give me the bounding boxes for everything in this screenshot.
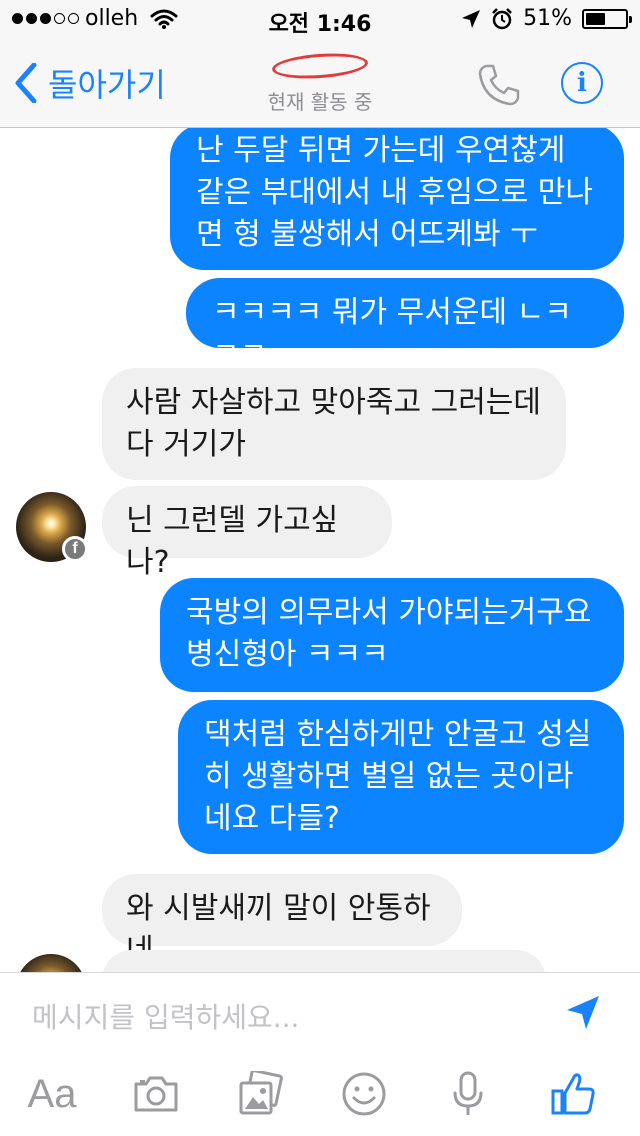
conversation-header: 돌아가기 현재 활동 중 i: [0, 40, 640, 128]
active-status: 현재 활동 중: [267, 90, 373, 114]
message-bubble-received[interactable]: 와 시발새끼 말이 안통하네: [102, 874, 462, 968]
thumbs-up-icon: [551, 1073, 595, 1115]
message-bubble-received[interactable]: 사람 자살하고 맞아죽고 그러는데다 거기가: [102, 368, 566, 480]
gallery-button[interactable]: [232, 1069, 288, 1119]
voice-button[interactable]: [440, 1069, 496, 1119]
message-bubble-sent[interactable]: 난 두달 뒤면 가는데 우연찮게 같은 부대에서 내 후임으로 만나면 형 불쌍…: [170, 128, 624, 270]
battery-percent: 51%: [523, 6, 572, 31]
microphone-icon: [453, 1071, 483, 1115]
status-right: 51%: [461, 6, 632, 31]
message-bubble-partial: [102, 950, 546, 972]
info-icon[interactable]: i: [561, 62, 603, 104]
font-size-button[interactable]: Aa: [24, 1069, 80, 1119]
like-button[interactable]: [546, 1069, 602, 1119]
camera-button[interactable]: [128, 1069, 184, 1119]
message-bubble-sent[interactable]: ㅋㅋㅋㅋ 뭐가 무서운데 ㄴㅋㅋㅋ: [186, 278, 624, 372]
gallery-icon: [239, 1071, 283, 1115]
font-label: Aa: [27, 1072, 77, 1116]
battery-icon: [582, 8, 632, 29]
contact-avatar[interactable]: [16, 954, 86, 972]
message-composer: Aa: [0, 972, 640, 1136]
status-bar: olleh 오전 1:46 51%: [0, 0, 640, 40]
contact-name-redacted[interactable]: [0, 50, 640, 82]
message-list[interactable]: 난 두달 뒤면 가는데 우연찮게 같은 부대에서 내 후임으로 만나면 형 불쌍…: [0, 128, 640, 972]
message-bubble-sent[interactable]: 댁처럼 한심하게만 안굴고 성실히 생활하면 별일 없는 곳이라네요 다들?: [178, 700, 624, 854]
message-input[interactable]: [32, 995, 532, 1039]
phone-icon[interactable]: [476, 62, 522, 108]
alarm-clock-icon: [492, 7, 512, 29]
message-bubble-received[interactable]: 닌 그런델 가고싶나?: [102, 486, 392, 580]
send-icon[interactable]: [563, 993, 603, 1033]
emoji-icon: [342, 1072, 386, 1116]
camera-icon: [134, 1076, 178, 1112]
location-arrow-icon: [462, 9, 481, 28]
message-bubble-sent[interactable]: 국방의 의무라서 가야되는거구요 병신형아 ㅋㅋㅋ: [160, 578, 624, 692]
emoji-button[interactable]: [336, 1069, 392, 1119]
facebook-badge-icon: f: [62, 536, 88, 562]
